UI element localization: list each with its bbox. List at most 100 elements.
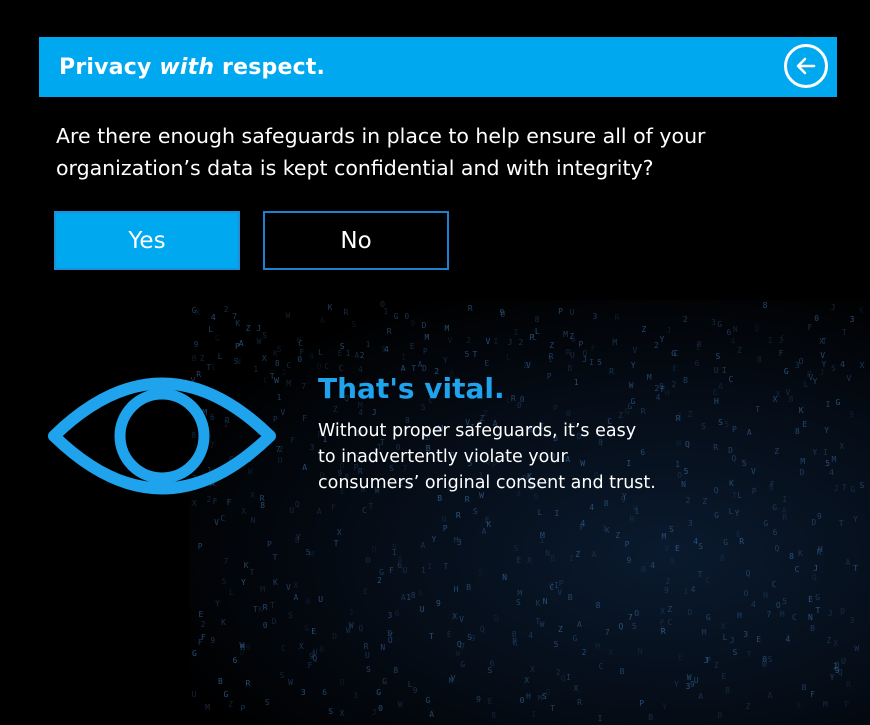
matrix-glyph: S [264, 697, 270, 707]
matrix-glyph: B [466, 582, 472, 592]
matrix-glyph: T [853, 563, 859, 573]
matrix-glyph: E [756, 635, 762, 645]
matrix-glyph: K [859, 305, 864, 315]
matrix-glyph: Z [332, 404, 338, 414]
matrix-glyph: D [799, 468, 805, 478]
matrix-glyph: S [262, 331, 268, 341]
matrix-glyph: 7 [766, 610, 772, 620]
matrix-glyph: B [619, 666, 625, 676]
matrix-glyph: Z [641, 324, 647, 334]
matrix-glyph: W [628, 380, 634, 390]
matrix-glyph: 9 [476, 695, 481, 705]
matrix-glyph: 8 [410, 590, 416, 600]
no-button[interactable]: No [263, 211, 449, 270]
matrix-glyph: G [671, 349, 677, 359]
matrix-glyph: J [666, 326, 672, 336]
matrix-glyph: G [723, 537, 729, 547]
matrix-glyph: U [419, 605, 425, 615]
matrix-glyph: R [640, 407, 646, 417]
matrix-glyph: D [687, 608, 693, 618]
matrix-glyph: F [778, 348, 784, 358]
matrix-glyph: M [661, 531, 667, 541]
matrix-glyph: F [299, 348, 305, 358]
matrix-glyph: R [510, 393, 516, 403]
result-body: Without proper safeguards, it’s easy to … [318, 418, 698, 496]
matrix-glyph: P [267, 540, 272, 550]
matrix-glyph: 3 [849, 315, 855, 325]
matrix-glyph: P [512, 637, 517, 647]
matrix-glyph: I [566, 673, 571, 683]
matrix-glyph: K [327, 302, 333, 312]
matrix-glyph: R [386, 326, 392, 336]
matrix-glyph: S [715, 351, 721, 361]
matrix-glyph: 1 [547, 355, 553, 365]
matrix-glyph: I [554, 509, 560, 519]
matrix-glyph: 5 [741, 458, 747, 468]
matrix-glyph: F [302, 414, 307, 424]
matrix-glyph: G [835, 397, 841, 407]
matrix-glyph: R [455, 511, 461, 521]
matrix-glyph: G [714, 511, 719, 521]
matrix-glyph: X [608, 647, 614, 657]
matrix-glyph: X [339, 708, 345, 718]
matrix-glyph: 8 [294, 536, 300, 546]
matrix-glyph: Q [713, 486, 719, 496]
matrix-glyph: V [280, 407, 286, 417]
matrix-glyph: J [348, 608, 354, 618]
matrix-glyph: C [705, 575, 711, 585]
matrix-glyph: U [191, 690, 197, 700]
matrix-glyph: M [309, 550, 314, 560]
matrix-glyph: 4 [528, 631, 534, 641]
matrix-glyph: L [722, 632, 728, 642]
matrix-glyph: 4 [580, 519, 586, 529]
matrix-glyph: C [728, 374, 734, 384]
matrix-glyph: 3 [743, 630, 749, 640]
matrix-glyph: Y [241, 578, 246, 588]
matrix-glyph: 6 [489, 659, 495, 668]
matrix-glyph: I [597, 713, 603, 723]
matrix-glyph: G [191, 305, 197, 315]
matrix-glyph: Q [731, 453, 737, 463]
matrix-glyph: L [737, 490, 743, 500]
matrix-glyph: T [841, 327, 847, 337]
matrix-glyph: J [833, 483, 839, 493]
matrix-glyph: 1 [406, 592, 412, 602]
matrix-glyph: S [701, 421, 706, 431]
matrix-glyph: Q [811, 573, 817, 583]
matrix-glyph: Z [549, 341, 555, 351]
matrix-glyph: I [427, 561, 433, 571]
matrix-glyph: 2 [466, 335, 471, 345]
matrix-glyph: D [332, 631, 338, 641]
matrix-glyph: Q [294, 500, 300, 510]
matrix-glyph: 8 [757, 354, 762, 364]
matrix-glyph: L [506, 352, 511, 362]
matrix-glyph: 2 [200, 620, 206, 630]
matrix-glyph: W [539, 620, 545, 630]
matrix-glyph: O [798, 357, 804, 367]
matrix-glyph: R [577, 698, 582, 708]
matrix-glyph: H [713, 396, 719, 406]
matrix-glyph: A [417, 588, 423, 598]
matrix-glyph: U [318, 594, 324, 604]
matrix-glyph: Q [479, 625, 485, 635]
matrix-glyph: M [831, 454, 837, 464]
matrix-glyph: L [534, 327, 540, 337]
matrix-glyph: 3 [457, 538, 462, 548]
matrix-glyph: 9 [663, 585, 669, 595]
matrix-glyph: 6 [232, 655, 238, 665]
back-button[interactable] [784, 44, 828, 88]
matrix-glyph: 6 [296, 335, 302, 345]
matrix-glyph: V [485, 337, 491, 347]
matrix-glyph: 6 [772, 527, 778, 537]
yes-button[interactable]: Yes [54, 211, 240, 270]
matrix-glyph: 0 [519, 695, 525, 705]
matrix-glyph: E [808, 594, 813, 604]
matrix-glyph: 3 [592, 311, 598, 321]
matrix-glyph: B [319, 644, 324, 654]
matrix-glyph: 7 [627, 613, 633, 623]
matrix-glyph: X [720, 621, 726, 631]
matrix-glyph: G [379, 568, 384, 578]
matrix-glyph: I [721, 366, 727, 376]
matrix-glyph: C [286, 361, 292, 371]
matrix-glyph: P [558, 578, 564, 588]
